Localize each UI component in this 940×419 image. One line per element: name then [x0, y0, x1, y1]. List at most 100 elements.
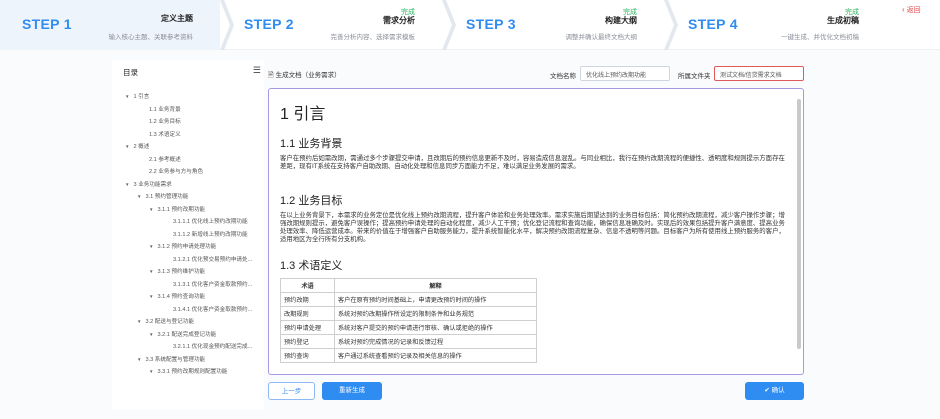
scrollbar-thumb[interactable] — [797, 99, 801, 349]
step-number: STEP 1 — [22, 16, 72, 32]
sidebar-item[interactable]: ▼ 3.3 系统配置与管理功能 — [137, 355, 205, 363]
sidebar-item[interactable]: 2.2 业务参与方与角色 — [149, 167, 203, 175]
caret-down-icon[interactable]: ▼ — [149, 269, 153, 274]
sidebar-item-label: 1.1 业务背景 — [149, 106, 181, 113]
sidebar-item[interactable]: 3.2.1.1 优化现金预约配送完成... — [173, 342, 252, 350]
sidebar-item[interactable]: ▼ 3.1.1 预约改期功能 — [149, 205, 205, 213]
regenerate-button[interactable]: 重新生成 — [322, 382, 382, 400]
step-title: 需求分析 — [383, 16, 415, 25]
previous-step-button[interactable]: 上一步 — [268, 382, 315, 400]
caret-down-icon[interactable]: ▼ — [125, 182, 129, 187]
document-name-input[interactable]: 优化线上预约改期功能 — [580, 66, 670, 81]
caret-down-icon[interactable]: ▼ — [125, 94, 129, 99]
document-header-title: 🗎 生成文档（业务需求） — [268, 69, 341, 82]
sidebar-item[interactable]: ▼ 3.1.3 预约维护功能 — [149, 267, 205, 275]
document-header: 🗎 生成文档（业务需求） 文档名称 优化线上预约改期功能 所属文件夹 测试文档/信… — [268, 66, 808, 86]
confirm-button[interactable]: ✔ 确认 — [745, 382, 804, 400]
explanation-cell: 客户通过系统查看预约记录及相关信息的操作 — [334, 348, 537, 363]
sidebar-item-label: 3 业务功能需求 — [133, 181, 172, 188]
table-row: 预约申请处理 系统对客户提交的预约申请进行审核、确认或拒绝的操作 — [280, 320, 537, 335]
sidebar-item-label: 3.1.1.2 新增线上预约改期功能 — [173, 231, 248, 238]
steps-bar: STEP 1 定义主题 输入核心主题、关联参考资料 STEP 2 完成 需求分析… — [0, 0, 940, 50]
sidebar-item-label: 2 概述 — [133, 144, 150, 150]
back-button[interactable]: ‹ 返回 — [902, 5, 921, 15]
back-label: 返回 — [906, 7, 921, 14]
outline-sidebar: 目录 ☰ ▼ 1 引言 1.1 业务背景 1.2 业务目标 1.3 术语定义 ▼ 2 概述 2… — [112, 60, 264, 410]
paragraph-business-background: 客户在预约后如需改期，需通过多个步骤提交申请，且改期后的预约信息更新不及时，容易… — [280, 155, 785, 170]
term-cell: 预约查询 — [280, 348, 335, 363]
sidebar-item[interactable]: 2.1 参考概述 — [149, 155, 181, 163]
sidebar-item[interactable]: ▼ 1 引言 — [125, 92, 149, 100]
term-cell: 预约改期 — [280, 292, 335, 307]
sidebar-item[interactable]: 1.1 业务背景 — [149, 105, 181, 113]
caret-down-icon[interactable]: ▼ — [149, 294, 153, 299]
sidebar-item[interactable]: ▼ 3.2 配送与登记功能 — [137, 317, 194, 325]
step-title: 生成初稿 — [827, 16, 859, 25]
sidebar-item-label: 1.2 业务目标 — [149, 119, 181, 125]
folder-label: 所属文件夹 — [678, 73, 711, 80]
step-4[interactable]: STEP 4 完成 生成初稿 一键生成、并优化文档初稿 — [666, 0, 886, 50]
step-description: 一键生成、并优化文档初稿 — [781, 34, 859, 41]
document-editor[interactable]: 1 引言 1.1 业务背景 客户在预约后如需改期，需通过多个步骤提交申请，且改期… — [268, 88, 804, 375]
caret-down-icon[interactable]: ▼ — [137, 194, 141, 199]
terms-table: 术语 解释 预约改期 客户在原有预约时间基础上，申请更改预约时间的操作 改期规则系… — [280, 278, 537, 363]
sidebar-item[interactable]: ▼ 3.2.1 配送完成登记功能 — [149, 330, 216, 338]
table-row: 预约登记 系统对预约完成情况的记录和反馈过程 — [280, 334, 537, 349]
caret-down-icon[interactable]: ▼ — [125, 144, 129, 149]
sidebar-item[interactable]: ▼ 3.3.1 预约改期规则配置功能 — [149, 367, 227, 375]
step-title: 定义主题 — [161, 14, 193, 23]
sidebar-item[interactable]: ▼ 3.1 预约管理功能 — [137, 192, 188, 200]
sidebar-item[interactable]: ▼ 3.1.2 预约申请处理功能 — [149, 242, 216, 250]
table-header-row: 术语 解释 — [280, 278, 537, 293]
sidebar-item[interactable]: 1.3 术语定义 — [149, 130, 181, 138]
chevron-left-icon: ‹ — [902, 5, 905, 14]
sidebar-item-label: 3.2.1.1 优化现金预约配送完成... — [173, 344, 253, 350]
heading-terms: 1.3 术语定义 — [280, 260, 343, 272]
confirm-icon: ✔ — [764, 387, 772, 394]
sidebar-item-label: 2.1 参考概述 — [149, 156, 181, 163]
caret-down-icon[interactable]: ▼ — [137, 357, 141, 362]
sidebar-item[interactable]: 3.1.3.1 优化客户资金取款预约... — [173, 280, 252, 288]
sidebar-item-label: 1.3 术语定义 — [149, 131, 181, 138]
document-header-title-text: 生成文档（业务需求） — [275, 72, 341, 79]
sidebar-item-label: 3.2.1 配送完成登记功能 — [157, 331, 217, 338]
step-3[interactable]: STEP 3 完成 构建大纲 调整并确认最终文档大纲 — [444, 0, 664, 50]
table-header-term: 术语 — [280, 278, 335, 293]
caret-down-icon[interactable]: ▼ — [149, 369, 153, 374]
sidebar-item[interactable]: 3.1.2.1 优化预交易预约申请处... — [173, 255, 252, 263]
step-2[interactable]: STEP 2 完成 需求分析 完善分析内容、选择需求模板 — [222, 0, 442, 50]
table-row: 预约查询 客户通过系统查看预约记录及相关信息的操作 — [280, 348, 537, 363]
table-row: 预约改期 客户在原有预约时间基础上，申请更改预约时间的操作 — [280, 292, 537, 307]
app-root: STEP 1 定义主题 输入核心主题、关联参考资料 STEP 2 完成 需求分析… — [0, 0, 940, 419]
sidebar-item[interactable]: 3.1.1.1 优化线上预约改期功能 — [173, 217, 248, 225]
menu-icon[interactable]: ☰ — [253, 65, 261, 76]
term-cell: 预约登记 — [280, 334, 335, 349]
sidebar-item[interactable]: 1.2 业务目标 — [149, 117, 181, 125]
step-description: 输入核心主题、关联参考资料 — [108, 34, 194, 41]
step-number: STEP 4 — [688, 16, 738, 32]
sidebar-item[interactable]: 3.1.1.2 新增线上预约改期功能 — [173, 230, 248, 238]
document-icon: 🗎 — [268, 72, 274, 79]
heading-business-goals: 1.2 业务目标 — [280, 195, 343, 207]
table-header-explanation: 解释 — [334, 278, 537, 293]
sidebar-item[interactable]: 3.1.4.1 优化客户资金取款预约... — [173, 305, 252, 313]
sidebar-item-label: 3.3 系统配置与管理功能 — [145, 356, 206, 363]
caret-down-icon[interactable]: ▼ — [149, 207, 153, 212]
sidebar-item-label: 3.2 配送与登记功能 — [145, 319, 194, 325]
caret-down-icon[interactable]: ▼ — [137, 319, 141, 324]
sidebar-item[interactable]: ▼ 2 概述 — [125, 142, 149, 150]
folder-input[interactable]: 测试文档/信贷需求文档 — [714, 66, 804, 81]
sidebar-title: 目录 — [123, 68, 138, 77]
step-1[interactable]: STEP 1 定义主题 输入核心主题、关联参考资料 — [0, 0, 220, 50]
sidebar-item[interactable]: ▼ 3 业务功能需求 — [125, 180, 172, 188]
sidebar-item[interactable]: ▼ 3.1.4 预约查询功能 — [149, 292, 205, 300]
confirm-label: 确认 — [771, 387, 785, 394]
step-number: STEP 3 — [466, 16, 516, 32]
document-scrollbar[interactable] — [796, 91, 802, 374]
sidebar-item-label: 3.3.1 预约改期规则配置功能 — [157, 369, 228, 375]
caret-down-icon[interactable]: ▼ — [149, 332, 153, 337]
explanation-cell: 系统对客户提交的预约申请进行审核、确认或拒绝的操作 — [334, 320, 537, 335]
caret-down-icon[interactable]: ▼ — [149, 244, 153, 249]
heading-1: 1 引言 — [280, 106, 326, 123]
table-row: 改期规则 系统对预约改期操作所设定的限制条件和业务规范 — [280, 306, 537, 321]
